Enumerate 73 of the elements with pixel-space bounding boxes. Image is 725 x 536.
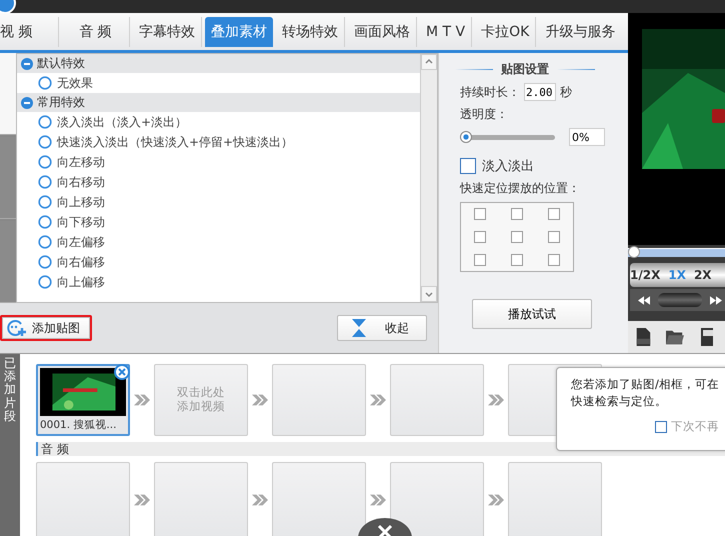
tab[interactable]: 音 频 — [62, 16, 130, 46]
progress-slider[interactable] — [628, 248, 725, 257]
tab[interactable]: M T V — [420, 16, 472, 46]
effect-option[interactable]: 快速淡入淡出（快速淡入+停留+快速淡出） — [17, 132, 420, 152]
chevron-icon — [488, 494, 504, 506]
effect-option[interactable]: 向右偏移 — [17, 252, 420, 272]
collapse-button[interactable]: 收起 — [337, 315, 427, 341]
tab[interactable]: 升级与服务 — [539, 16, 622, 46]
settings-title: 贴图设置 — [501, 61, 549, 78]
position-option[interactable] — [510, 208, 523, 220]
checkbox[interactable] — [460, 158, 476, 174]
new-file-icon[interactable] — [634, 328, 652, 346]
scroll-up-icon[interactable] — [421, 54, 437, 70]
unit-label: 秒 — [560, 84, 572, 100]
chevron-icon — [488, 394, 504, 406]
position-option[interactable] — [510, 230, 523, 243]
scissors-icon[interactable] — [358, 518, 412, 536]
group-header[interactable]: 默认特效 — [17, 54, 420, 73]
effect-option[interactable]: 无效果 — [17, 73, 420, 93]
chevron-icon — [370, 494, 386, 506]
position-option[interactable] — [548, 254, 560, 266]
effect-option[interactable]: 淡入淡出（淡入+淡出） — [17, 112, 420, 132]
effect-option[interactable]: 向上移动 — [17, 192, 420, 212]
slider-thumb[interactable] — [460, 130, 472, 142]
chevron-icon — [252, 394, 268, 406]
chevron-icon — [134, 494, 150, 506]
speed-option[interactable]: 2X — [694, 268, 712, 282]
add-sticker-icon — [6, 319, 26, 337]
hourglass-icon — [349, 319, 369, 337]
chevron-icon — [370, 394, 386, 406]
rewind-icon[interactable] — [638, 296, 650, 304]
checkbox[interactable] — [655, 420, 667, 433]
tab[interactable]: 转场特效 — [276, 16, 345, 46]
effect-option[interactable]: 向下移动 — [17, 212, 420, 232]
tip-text: 您若添加了贴图/相框，可在 快速检索与定位。 — [571, 376, 720, 410]
clips-side-tab[interactable]: 已添加片段 — [0, 354, 20, 536]
fade-checkbox[interactable]: 淡入淡出 — [460, 157, 628, 175]
position-option[interactable] — [548, 230, 560, 243]
chevron-icon — [134, 394, 150, 406]
fast-forward-icon[interactable] — [710, 296, 722, 304]
jog-wheel[interactable] — [658, 293, 702, 307]
clip-caption: 0001. 搜狐视... — [40, 418, 118, 432]
tab[interactable]: 叠加素材 — [205, 16, 273, 46]
position-option[interactable] — [510, 254, 523, 266]
chevron-icon — [252, 494, 268, 506]
effect-option[interactable]: 向右移动 — [17, 172, 420, 192]
close-icon[interactable] — [114, 364, 130, 380]
position-option[interactable] — [548, 208, 560, 220]
position-option[interactable] — [474, 254, 486, 266]
effect-option[interactable]: 向左偏移 — [17, 232, 420, 252]
position-label: 快速定位摆放的位置： — [460, 180, 581, 197]
tab[interactable]: 字幕特效 — [133, 16, 202, 46]
tab[interactable]: 卡拉OK — [475, 16, 536, 46]
video-clip[interactable]: 0001. 搜狐视... — [36, 364, 130, 436]
effect-option[interactable]: 向左移动 — [17, 152, 420, 172]
speed-option[interactable]: 1/2X — [630, 268, 660, 282]
duration-label: 持续时长： — [460, 84, 520, 100]
opacity-field[interactable]: 0% — [569, 128, 605, 146]
tab[interactable]: 视 频 — [0, 16, 59, 46]
position-option[interactable] — [474, 230, 486, 243]
folder-icon[interactable] — [666, 328, 684, 346]
effect-option[interactable]: 向上偏移 — [17, 272, 420, 292]
save-icon[interactable] — [698, 328, 716, 346]
group-header[interactable]: 常用特效 — [17, 93, 420, 112]
play-test-button[interactable]: 播放试试 — [472, 299, 592, 329]
add-sticker-button[interactable]: 添加贴图 — [0, 315, 92, 341]
tab[interactable]: 画面风格 — [348, 16, 417, 46]
position-option[interactable] — [474, 208, 486, 220]
duration-field[interactable]: 2.00 — [524, 83, 556, 101]
opacity-label: 透明度： — [460, 106, 509, 123]
scrollbar[interactable] — [420, 54, 437, 302]
slider-thumb[interactable] — [628, 246, 640, 258]
scroll-down-icon[interactable] — [421, 286, 437, 302]
